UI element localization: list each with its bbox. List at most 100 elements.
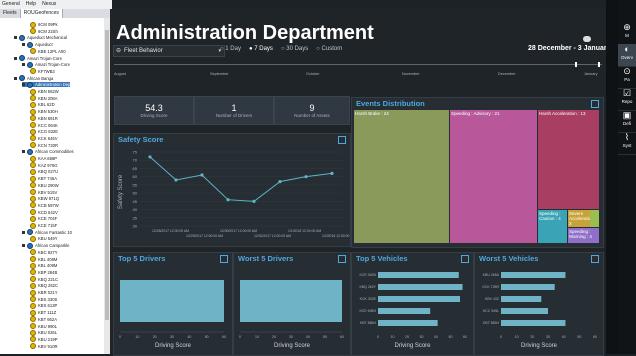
tree-node[interactable]: KBN 530H [30,108,58,115]
period-radio-group[interactable]: ○ 1 Day ● 7 Days ○ 30 Days ○ Custom [220,46,342,52]
tree-node[interactable]: KAA 668P [30,155,57,162]
tree-node[interactable]: KBU 026L [30,329,57,336]
tree-node[interactable]: KBQ 221C [30,276,58,283]
nav-item[interactable]: ⌇ Syst [618,132,636,155]
treemap-cell[interactable]: Speeding : Caution : 4 [538,210,567,243]
treemap-cell[interactable]: Speeding : Warning : 4 [568,228,599,243]
menu-item[interactable]: General [2,0,20,9]
tree-node[interactable]: KBL 62D [30,101,55,108]
export-icon[interactable] [591,255,599,263]
tree-tab[interactable]: Fleets [0,9,21,18]
x-tick-label: 20 [530,335,534,339]
y-tick-label: 35 [133,215,138,220]
x-tick-label: 0 [377,335,379,339]
treemap-cell[interactable]: Harsh Acceleration : 13 [538,110,599,209]
timeline-handle[interactable] [598,62,600,67]
tree-node[interactable]: KBN 891R [30,115,58,122]
tree-node[interactable]: KCB 597W [30,202,59,209]
fleet-tree[interactable]: 6CM 09Pk 6CM 22Sh Aqueduct Mechanical Aqued… [0,18,110,354]
vehicle-icon [30,336,36,343]
timeline-track[interactable] [114,64,602,65]
tree-node[interactable]: KBC 827Y [30,249,58,256]
tree-node[interactable]: KBL 408M [30,256,57,262]
tree-node[interactable]: African Commodities [22,148,74,155]
tree-node[interactable]: KBS 330S [30,296,57,303]
treemap-cell[interactable]: Harsh Brake : 24 [354,110,449,243]
nav-item[interactable]: ⊕ M [618,22,636,45]
tree-node[interactable]: KCE 704F [30,215,57,222]
nav-item[interactable]: ⊙ Pa [618,66,636,89]
expand-icon[interactable] [22,83,25,87]
bar [378,308,431,314]
bar [120,280,224,322]
tree-tab[interactable]: ROUGeofences [20,9,63,18]
tree-node[interactable]: KBU 990L [30,323,57,329]
period-radio[interactable]: ○ Custom [316,46,342,52]
tree-node[interactable]: KBT 746A [30,175,57,182]
tree-node[interactable]: 6CM 22Sh [30,28,58,35]
tree-node[interactable]: KBQ 027U [30,168,58,175]
tree-node[interactable]: Administration Dep [22,81,71,88]
tree-node[interactable]: KBV 910R [30,343,58,350]
expand-icon[interactable] [22,230,25,234]
tree-node[interactable]: KCN 720R [30,142,58,149]
nav-item[interactable]: ▣ Defi [618,110,636,133]
tree-node[interactable]: KBE 12PL A00 [30,48,66,55]
tree-node[interactable]: KCG 832E [30,128,58,135]
menu-item[interactable]: Help [26,0,36,9]
timeline-handle[interactable] [575,62,577,67]
tree-node[interactable]: KCD 642V [30,209,58,216]
tree-node[interactable]: Aqueduct Mechanical [14,34,67,41]
tree-node[interactable]: African Fantastic 10 [22,229,72,236]
tree-node[interactable]: KBN 208A [30,95,58,102]
toggle-icon[interactable] [583,36,591,42]
tree-node[interactable]: KCE 715F [30,222,57,229]
expand-icon[interactable] [22,43,25,47]
expand-icon[interactable] [14,36,17,40]
tree-node[interactable]: African Banga [14,75,53,82]
expand-icon[interactable] [22,244,25,248]
tree-node[interactable]: KBP 284B [30,269,57,276]
tree-node[interactable]: 6CM 09Pk [30,21,58,28]
tree-node[interactable]: KBU 549Y [30,235,58,242]
tree-scroll-thumb[interactable] [105,30,109,320]
tree-node[interactable]: KBQ 252C [30,282,58,289]
tree-node[interactable]: KCK 645V [30,135,58,142]
tree-node[interactable]: KBR 021Y [30,289,58,296]
export-icon[interactable] [461,255,469,263]
expand-icon[interactable] [22,150,25,154]
period-radio[interactable]: ○ 1 Day [220,46,241,52]
tree-node[interactable]: Amazi Trojan-Core [22,61,70,68]
export-icon[interactable] [338,136,346,144]
treemap-cell[interactable] [590,210,599,227]
expand-icon[interactable] [14,76,17,80]
tree-node[interactable]: KBV 515V [30,189,57,195]
tree-node[interactable]: Aqueduct [22,41,53,48]
menu-item[interactable]: Nexus [42,0,56,9]
treemap-cell[interactable]: Speeding : Advisory : 21 [450,110,537,243]
tree-node[interactable]: KBL 409M [30,262,57,269]
nav-item[interactable]: ☑ Repo [618,88,636,111]
tree-node[interactable]: KBU 219P [30,336,58,343]
period-radio[interactable]: ● 7 Days [249,46,273,52]
panel-title: Top 5 Vehicles [356,254,408,263]
tree-node[interactable]: Amazi Trojan-Core [14,55,62,61]
export-icon[interactable] [591,100,599,108]
export-icon[interactable] [220,255,228,263]
export-icon[interactable] [338,255,346,263]
period-radio[interactable]: ○ 30 Days [281,46,308,52]
tree-node[interactable]: KCC 064K [30,122,58,128]
expand-icon[interactable] [22,63,25,67]
tree-node[interactable]: KBU 290W [30,182,59,189]
tree-node[interactable]: African Carsparkle [22,242,69,249]
filter-select[interactable]: ⊖ Fleet Behavior ▾ [113,45,225,57]
expand-icon[interactable] [14,56,17,60]
tree-node[interactable]: KF7WB3 [30,68,55,75]
tree-node[interactable]: KBW 871Q [30,195,59,202]
tree-node[interactable]: KBT 111Z [30,309,56,316]
tree-node[interactable]: KBS 613P [30,302,57,309]
nav-item[interactable]: ◐ Overv [618,44,636,67]
tree-node[interactable]: KBN 562W [30,88,59,95]
tree-node[interactable]: KBT 662A [30,316,57,323]
tree-node[interactable]: KAZ 976G [30,162,58,169]
